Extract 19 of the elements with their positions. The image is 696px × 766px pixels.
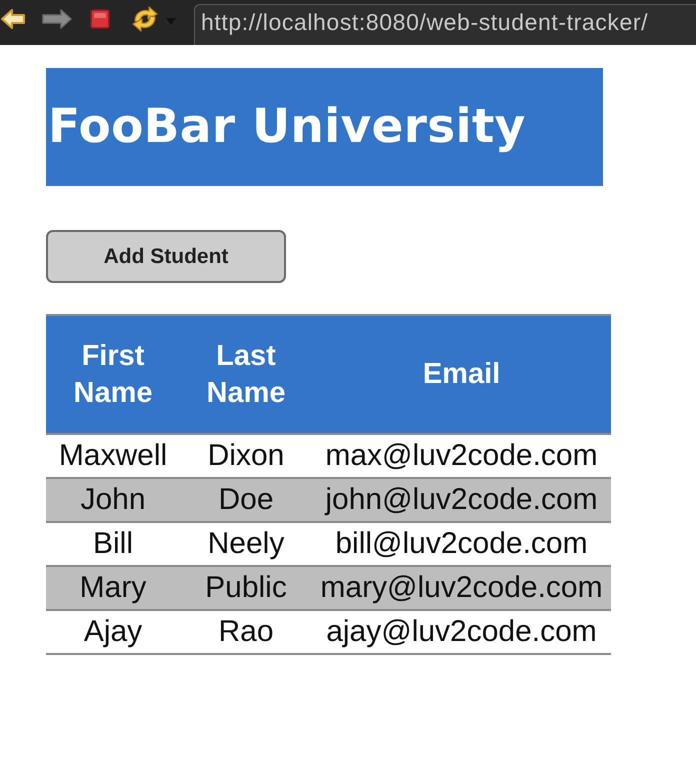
stop-icon[interactable] xyxy=(90,9,110,29)
table-cell: Rao xyxy=(180,610,312,654)
reload-icon[interactable] xyxy=(130,4,160,34)
table-cell: john@luv2code.com xyxy=(312,478,611,522)
table-cell: John xyxy=(46,478,180,522)
site-title: FooBar University xyxy=(48,98,526,156)
table-cell: Ajay xyxy=(46,610,180,654)
url-field[interactable]: http://localhost:8080/web-student-tracker/ xyxy=(194,4,696,45)
table-cell: ajay@luv2code.com xyxy=(312,610,611,654)
column-header: Email xyxy=(312,315,611,434)
table-cell: mary@luv2code.com xyxy=(312,566,611,610)
column-header: Last Name xyxy=(180,315,312,434)
add-student-button[interactable]: Add Student xyxy=(46,230,286,283)
column-header: First Name xyxy=(46,315,180,434)
table-cell: Public xyxy=(180,566,312,610)
table-cell: Mary xyxy=(46,566,180,610)
table-cell: Doe xyxy=(180,478,312,522)
back-arrow-icon[interactable] xyxy=(0,8,25,30)
forward-arrow-icon[interactable] xyxy=(42,8,72,30)
